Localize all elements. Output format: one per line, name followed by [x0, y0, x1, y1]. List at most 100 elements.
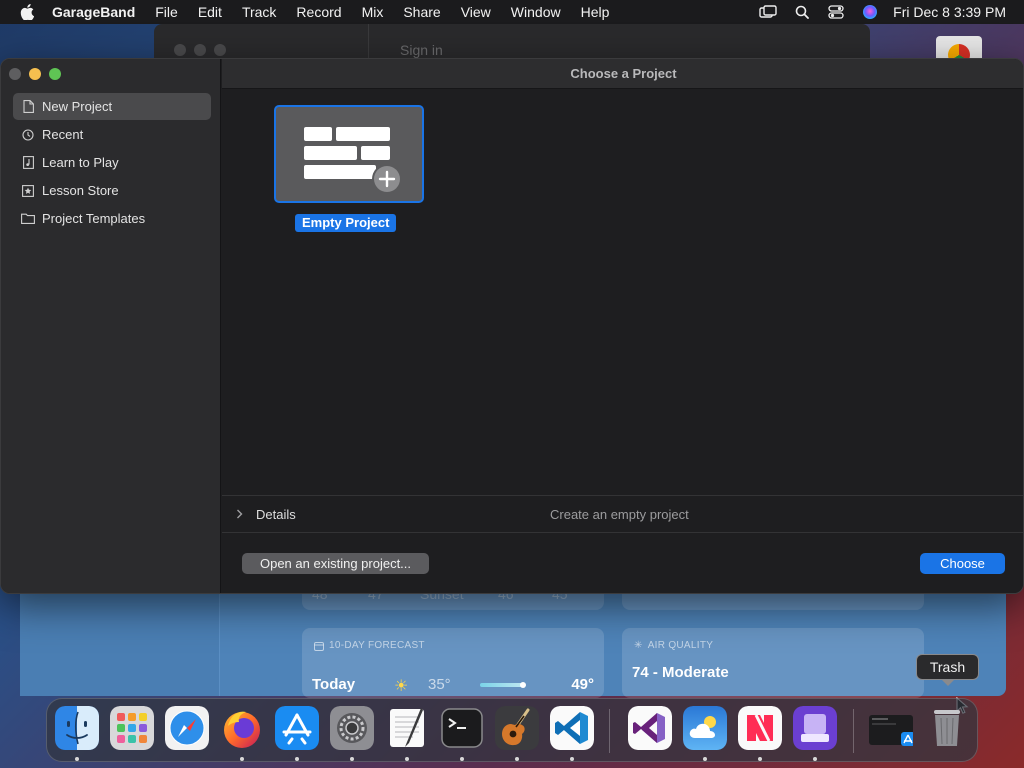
weather-air-quality-card: ✳ AIR QUALITY 74 - Moderate — [622, 628, 924, 698]
calendar-icon — [314, 641, 324, 651]
terminal-icon[interactable] — [440, 706, 484, 750]
empty-project-label[interactable]: Empty Project — [295, 214, 397, 232]
empty-project-tile[interactable] — [274, 105, 424, 203]
news-icon[interactable] — [738, 706, 782, 750]
app-store-icon[interactable] — [275, 706, 319, 750]
menu-edit[interactable]: Edit — [188, 4, 232, 20]
sidebar-item-label: Project Templates — [42, 211, 146, 226]
window-controls — [9, 68, 61, 80]
window-title: Choose a Project — [570, 66, 677, 81]
forecast-caption: 10-DAY FORECAST — [314, 640, 425, 651]
vscode-icon[interactable] — [550, 706, 594, 750]
project-chooser-main: Choose a Project Empty Project Details C… — [222, 59, 1023, 593]
screen-mirroring-icon[interactable] — [751, 0, 785, 24]
dock-separator — [853, 709, 854, 753]
background-weather-window: 48 47 Sunset 46 45 10-DAY FORECAST Today… — [20, 586, 1006, 698]
sidebar-item-learn-to-play[interactable]: Learn to Play — [13, 149, 211, 176]
running-indicator — [703, 757, 707, 761]
menu-track[interactable]: Track — [232, 4, 286, 20]
close-window-button[interactable] — [9, 68, 21, 80]
details-toggle-label[interactable]: Details — [256, 507, 296, 522]
textedit-icon[interactable] — [385, 706, 429, 750]
menu-bar: GarageBand File Edit Track Record Mix Sh… — [0, 0, 1024, 24]
clock-icon — [21, 128, 35, 142]
apple-configurator-icon[interactable] — [793, 706, 837, 750]
menu-app-name[interactable]: GarageBand — [52, 4, 145, 20]
dock-tooltip: Trash — [916, 654, 979, 686]
sidebar-item-new-project[interactable]: New Project — [13, 93, 211, 120]
choose-button[interactable]: Choose — [920, 553, 1005, 574]
control-center-icon[interactable] — [819, 0, 853, 24]
empty-project-icon — [304, 127, 402, 194]
trash-icon[interactable] — [925, 706, 969, 750]
details-bar: Details Create an empty project — [222, 495, 1023, 533]
air-quality-caption-text: AIR QUALITY — [647, 640, 714, 651]
sidebar-item-recent[interactable]: Recent — [13, 121, 211, 148]
background-browser-window: Sign in — [154, 24, 870, 62]
sidebar-item-label: Learn to Play — [42, 155, 119, 170]
document-icon — [21, 100, 35, 114]
project-chooser-sidebar: New Project Recent Learn to Play Lesson … — [1, 59, 221, 593]
running-indicator — [758, 757, 762, 761]
minimize-window-button[interactable] — [29, 68, 41, 80]
music-note-icon — [21, 156, 35, 170]
system-settings-icon[interactable] — [330, 706, 374, 750]
sidebar-item-project-templates[interactable]: Project Templates — [13, 205, 211, 232]
background-window-controls — [174, 44, 226, 56]
running-indicator — [240, 757, 244, 761]
running-indicator — [75, 757, 79, 761]
dock-separator — [609, 709, 610, 753]
menu-bar-clock[interactable]: Fri Dec 8 3:39 PM — [893, 4, 1006, 20]
star-icon — [21, 184, 35, 198]
forecast-day: Today — [312, 676, 356, 693]
safari-icon[interactable] — [165, 706, 209, 750]
weather-card-hourly: 48 47 Sunset 46 45 — [302, 586, 604, 610]
air-quality-description-clipped — [632, 688, 916, 698]
garageband-icon[interactable] — [495, 706, 539, 750]
running-indicator — [350, 757, 354, 761]
firefox-icon[interactable] — [220, 706, 264, 750]
running-indicator — [405, 757, 409, 761]
weather-card-top-right — [622, 592, 924, 610]
menu-share[interactable]: Share — [393, 4, 450, 20]
weather-forecast-card: 10-DAY FORECAST Today ☀ 35° 49° — [302, 628, 604, 698]
sidebar-item-lesson-store[interactable]: Lesson Store — [13, 177, 211, 204]
sidebar-item-label: New Project — [42, 99, 113, 114]
running-indicator — [813, 757, 817, 761]
background-sign-in-text: Sign in — [400, 42, 443, 58]
running-indicator — [460, 757, 464, 761]
chevron-right-icon[interactable] — [222, 509, 256, 519]
finder-icon[interactable] — [55, 706, 99, 750]
spotlight-search-icon[interactable] — [785, 0, 819, 24]
sidebar-list: New Project Recent Learn to Play Lesson … — [13, 93, 211, 233]
launchpad-icon[interactable] — [110, 706, 154, 750]
dock — [46, 698, 978, 762]
apple-menu-icon[interactable] — [18, 3, 36, 21]
open-existing-project-button[interactable]: Open an existing project... — [242, 553, 429, 574]
visual-studio-icon[interactable] — [628, 706, 672, 750]
folder-icon — [21, 212, 35, 226]
siri-icon[interactable] — [853, 0, 887, 24]
weather-icon[interactable] — [683, 706, 727, 750]
menu-mix[interactable]: Mix — [352, 4, 394, 20]
forecast-caption-text: 10-DAY FORECAST — [329, 640, 425, 651]
air-quality-value: 74 - Moderate — [632, 664, 729, 681]
forecast-low: 35° — [428, 676, 451, 693]
running-indicator — [570, 757, 574, 761]
sidebar-item-label: Lesson Store — [42, 183, 119, 198]
running-indicator — [295, 757, 299, 761]
menu-file[interactable]: File — [145, 4, 188, 20]
air-quality-caption: ✳ AIR QUALITY — [634, 640, 713, 651]
minimized-window-icon[interactable] — [869, 706, 913, 750]
menu-help[interactable]: Help — [571, 4, 620, 20]
running-indicator — [515, 757, 519, 761]
chrome-window-thumbnail — [936, 36, 982, 66]
window-title-bar: Choose a Project — [222, 59, 1023, 89]
zoom-window-button[interactable] — [49, 68, 61, 80]
menu-record[interactable]: Record — [286, 4, 351, 20]
forecast-high: 49° — [571, 676, 594, 693]
menu-window[interactable]: Window — [501, 4, 571, 20]
sun-icon: ☀ — [394, 678, 409, 695]
menu-bar-status-area: Fri Dec 8 3:39 PM — [751, 0, 1024, 24]
menu-view[interactable]: View — [451, 4, 501, 20]
